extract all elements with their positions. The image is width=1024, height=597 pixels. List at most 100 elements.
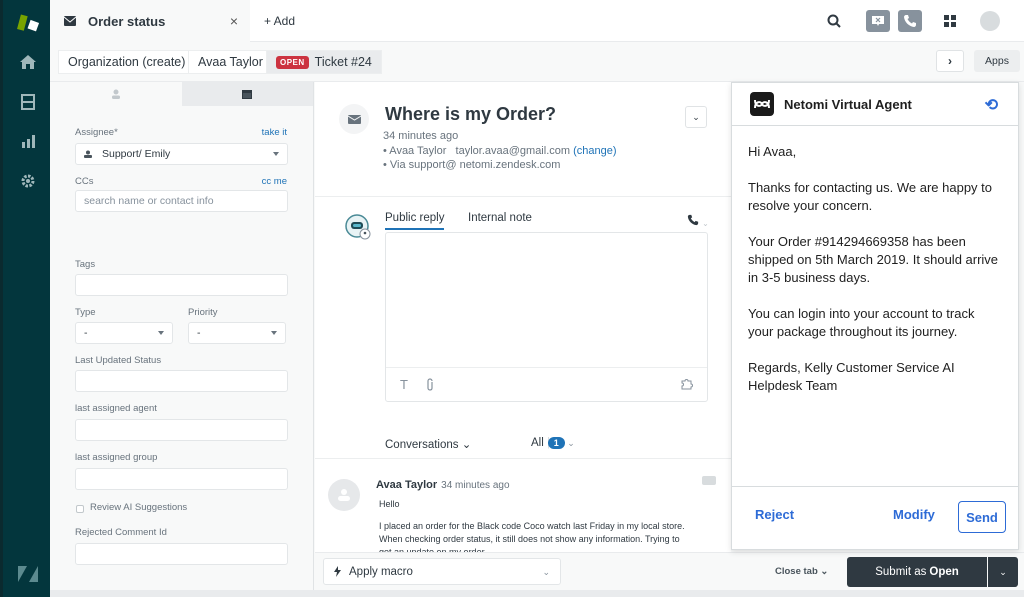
- tags-label: Tags: [75, 259, 96, 270]
- reject-button[interactable]: Reject: [755, 507, 794, 522]
- tags-input[interactable]: [75, 274, 288, 296]
- last-assigned-agent-input[interactable]: [75, 419, 288, 441]
- type-label: Type: [75, 307, 96, 318]
- attachment-icon[interactable]: [426, 378, 434, 391]
- assignee-value: Support/ Emily: [102, 148, 171, 160]
- tab-ticket-fields[interactable]: [181, 82, 313, 106]
- tab-public-reply[interactable]: Public reply: [385, 212, 445, 230]
- apps-puzzle-icon[interactable]: [681, 378, 695, 390]
- netomi-agent-panel: Netomi Virtual Agent ⟲ Hi Avaa, Thanks f…: [731, 82, 1019, 550]
- chevron-down-icon: [158, 331, 164, 335]
- nav-rail: [0, 0, 50, 597]
- chevron-down-icon: [273, 152, 279, 156]
- comment-time: 34 minutes ago: [441, 480, 510, 491]
- review-ai-checkbox[interactable]: [76, 505, 84, 513]
- reply-paragraph: You can login into your account to track…: [748, 306, 975, 339]
- gear-icon[interactable]: [18, 171, 38, 191]
- apply-macro-select[interactable]: Apply macro ⌄: [323, 558, 561, 585]
- ccs-placeholder: search name or contact info: [84, 195, 214, 207]
- channel-phone-icon[interactable]: ⌄: [687, 214, 709, 229]
- reply-paragraph: Regards, Kelly Customer Service AI Helpd…: [748, 360, 955, 393]
- next-button[interactable]: ›: [936, 50, 964, 72]
- add-tab-button[interactable]: + Add: [264, 14, 295, 28]
- type-select[interactable]: -: [75, 322, 173, 344]
- home-icon[interactable]: [18, 52, 38, 72]
- close-tab-select[interactable]: Close tab ⌄: [775, 566, 828, 577]
- apps-button[interactable]: Apps: [974, 50, 1020, 72]
- submit-prefix: Submit as: [875, 566, 927, 578]
- change-requester-link[interactable]: (change): [573, 145, 616, 157]
- search-icon[interactable]: [826, 10, 842, 32]
- conversations-filter[interactable]: Conversations ⌄: [385, 437, 471, 451]
- zendesk-product-logo[interactable]: [17, 12, 41, 32]
- reply-editor[interactable]: T: [385, 232, 708, 402]
- all-filter-label: All: [531, 437, 544, 449]
- mail-icon: [64, 16, 76, 26]
- cc-me-link[interactable]: cc me: [262, 176, 287, 187]
- zendesk-logo[interactable]: [17, 565, 39, 583]
- send-button[interactable]: Send: [958, 501, 1006, 533]
- product-tray-icon[interactable]: [942, 10, 958, 32]
- comment-greeting: Hello: [379, 499, 400, 509]
- ticket-tab[interactable]: Order status ×: [50, 0, 250, 42]
- chevron-down-icon: ⌄: [542, 567, 550, 577]
- ticket-options-button[interactable]: ⌄: [685, 106, 707, 128]
- top-bar: Order status × + Add: [50, 0, 1024, 42]
- ticket-time: 34 minutes ago: [383, 130, 459, 142]
- views-icon[interactable]: [18, 92, 38, 112]
- bottom-strip: [50, 590, 1024, 597]
- last-updated-status-input[interactable]: [75, 370, 288, 392]
- mail-icon: [339, 104, 369, 134]
- priority-select[interactable]: -: [188, 322, 286, 344]
- chevron-down-icon: [271, 331, 277, 335]
- tab-user[interactable]: [50, 82, 182, 106]
- suggested-reply: Hi Avaa, Thanks for contacting us. We ar…: [732, 126, 1018, 395]
- ticket-conversation: Where is my Order? 34 minutes ago • Avaa…: [315, 82, 731, 557]
- divider: [315, 458, 731, 459]
- ccs-input[interactable]: search name or contact info: [75, 190, 288, 212]
- breadcrumb-organization[interactable]: Organization (create): [58, 50, 196, 74]
- tab-internal-note[interactable]: Internal note: [468, 212, 532, 224]
- reporting-icon[interactable]: [18, 131, 38, 151]
- breadcrumb-requester[interactable]: Avaa Taylor: [188, 50, 273, 74]
- user-avatar[interactable]: [980, 10, 1000, 32]
- via-line: • Via support@ netomi.zendesk.com: [383, 159, 561, 171]
- comment-body: Hello I placed an order for the Black co…: [379, 498, 689, 559]
- rejected-comment-label: Rejected Comment Id: [75, 527, 167, 538]
- requester-info: • Avaa Taylor taylor.avaa@gmail.com: [383, 145, 571, 157]
- refresh-icon[interactable]: ⟲: [985, 95, 998, 115]
- user-icon: [111, 89, 120, 99]
- comment-author-name: Avaa Taylor: [376, 479, 438, 491]
- submit-button[interactable]: Submit as Open: [847, 557, 987, 587]
- ticket-subject: Where is my Order?: [385, 104, 557, 124]
- rejected-comment-input[interactable]: [75, 543, 288, 565]
- phone-icon[interactable]: [898, 10, 922, 32]
- last-assigned-group-input[interactable]: [75, 468, 288, 490]
- user-icon: [84, 150, 92, 158]
- last-assigned-group-label: last assigned group: [75, 452, 158, 463]
- breadcrumb-ticket-label: Ticket #24: [314, 55, 372, 69]
- chat-offline-icon[interactable]: [866, 10, 890, 32]
- ticket-properties-panel: Assignee* take it Support/ Emily CCs cc …: [50, 82, 314, 597]
- close-tab-icon[interactable]: ×: [230, 13, 238, 29]
- netomi-logo: [750, 92, 774, 116]
- count-badge: 1: [547, 437, 565, 449]
- divider: [315, 196, 731, 197]
- breadcrumb-ticket[interactable]: OPEN Ticket #24: [266, 50, 382, 74]
- take-it-link[interactable]: take it: [262, 127, 287, 138]
- assignee-select[interactable]: Support/ Emily: [75, 143, 288, 165]
- type-value: -: [84, 327, 88, 339]
- priority-value: -: [197, 327, 201, 339]
- card-icon: [242, 89, 253, 99]
- text-format-icon[interactable]: T: [400, 377, 408, 392]
- breadcrumb-organization-label: Organization (create): [68, 55, 186, 69]
- modify-button[interactable]: Modify: [893, 507, 935, 522]
- all-filter[interactable]: All 1 ⌄: [531, 437, 575, 449]
- apply-macro-label: Apply macro: [349, 565, 413, 578]
- submit-options-button[interactable]: ⌄: [988, 557, 1018, 587]
- last-updated-status-label: Last Updated Status: [75, 355, 162, 366]
- action-bar: Apply macro ⌄ Close tab ⌄ Submit as Open …: [315, 552, 1024, 590]
- breadcrumb: Organization (create) Avaa Taylor OPEN T…: [50, 42, 1024, 82]
- tab-title: Order status: [88, 13, 166, 29]
- panel-title: Netomi Virtual Agent: [784, 96, 912, 112]
